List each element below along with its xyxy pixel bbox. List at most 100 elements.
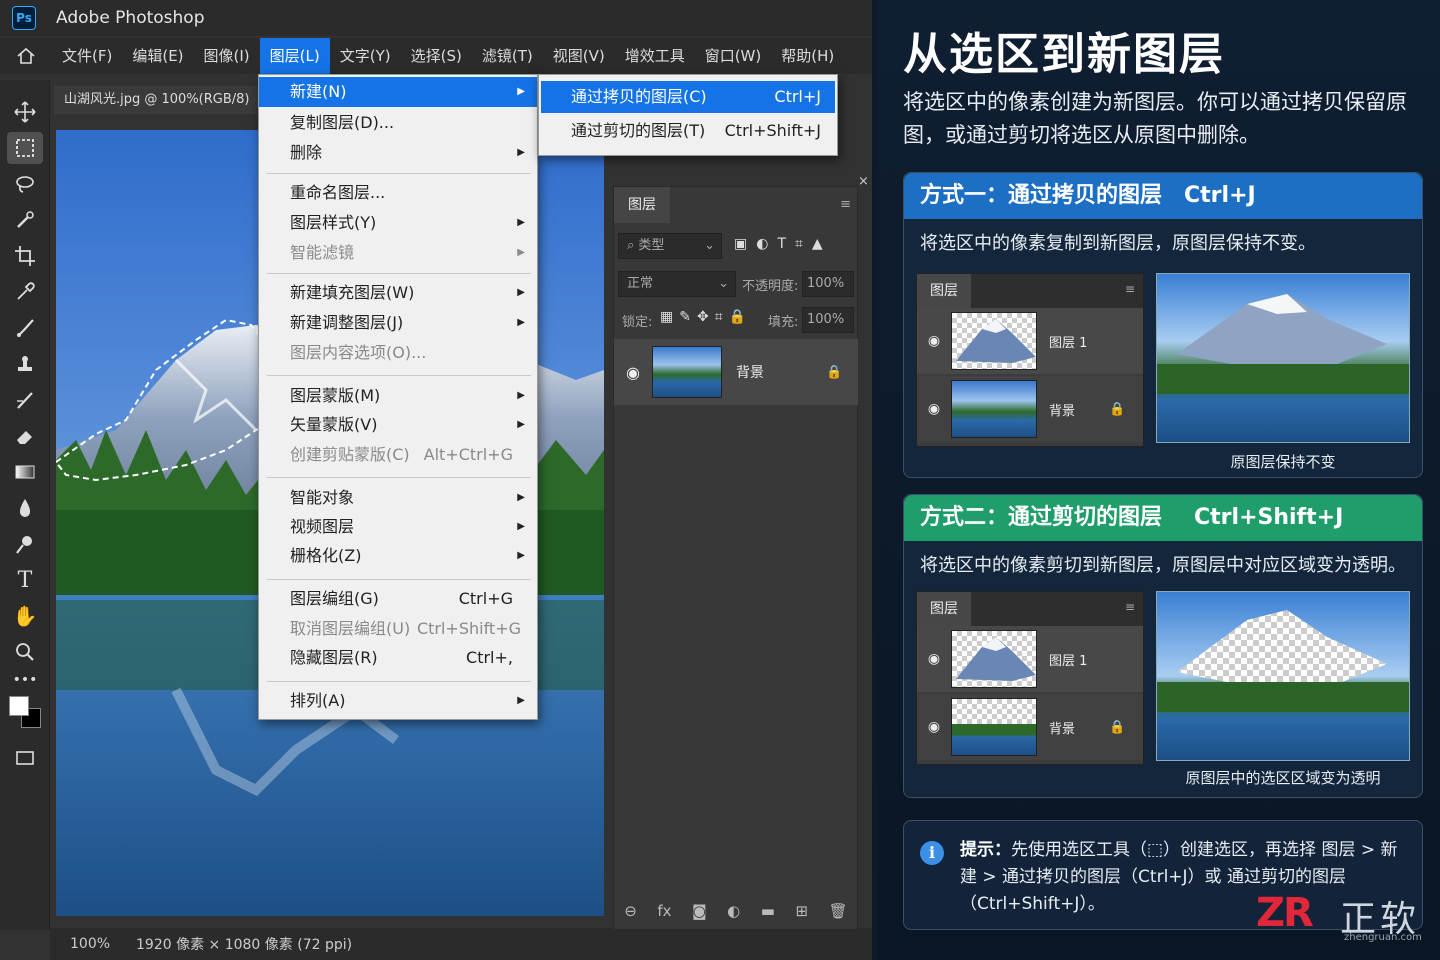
menu-item-hide[interactable]: 隐藏图层(R) Ctrl+, <box>259 643 537 673</box>
trash-icon[interactable]: 🗑 <box>829 902 848 920</box>
more-tools-icon[interactable]: ••• <box>7 672 43 688</box>
screen-mode-icon[interactable] <box>7 742 43 774</box>
menu-item-vector-mask[interactable]: 矢量蒙版(V) ▶ <box>259 410 537 440</box>
zoom-level[interactable]: 100% <box>70 936 136 952</box>
menu-item-duplicate[interactable]: 复制图层(D)... <box>259 108 537 138</box>
zoom-tool-icon[interactable] <box>7 636 43 668</box>
panel-menu-icon: ≡ <box>1124 282 1135 296</box>
document-tab-title: 山湖风光.jpg @ 100%(RGB/8) <box>64 92 250 107</box>
menu-divider <box>267 273 531 274</box>
menu-plugins[interactable]: 增效工具 <box>615 38 695 74</box>
menu-item-rename[interactable]: 重命名图层... <box>259 178 537 208</box>
tutorial-panel: 从选区到新图层 将选区中的像素创建为新图层。你可以通过拷贝保留原图，或通过剪切将… <box>877 0 1440 960</box>
layer-row-background[interactable]: ◉ 背景 🔒 <box>614 339 858 405</box>
menu-view[interactable]: 视图(V) <box>543 38 615 74</box>
method1-caption: 原图层保持不变 <box>1230 453 1336 471</box>
menu-select[interactable]: 选择(S) <box>401 38 472 74</box>
filter-kind-label: 类型 <box>638 238 665 253</box>
stamp-tool-icon[interactable] <box>7 348 43 380</box>
brush-tool-icon[interactable] <box>7 312 43 344</box>
submenu-item-copy-layer[interactable]: 通过拷贝的图层(C) Ctrl+J <box>541 81 835 113</box>
menu-item-layer-mask[interactable]: 图层蒙版(M) ▶ <box>259 381 537 411</box>
history-brush-icon[interactable] <box>7 384 43 416</box>
info-icon: i <box>920 841 944 865</box>
menu-help[interactable]: 帮助(H) <box>771 38 844 74</box>
menu-item-video-layer[interactable]: 视频图层 ▶ <box>259 512 537 542</box>
color-swatches[interactable] <box>9 696 43 730</box>
opacity-input[interactable]: 100% <box>802 271 854 297</box>
quick-select-icon[interactable] <box>7 204 43 236</box>
filter-icons[interactable]: ▣◐T⌗▲ <box>734 236 832 252</box>
menu-edit[interactable]: 编辑(E) <box>122 38 193 74</box>
home-icon[interactable] <box>0 38 52 74</box>
folder-icon[interactable]: ▬ <box>761 902 775 920</box>
menu-layer[interactable]: 图层(L) <box>259 38 330 74</box>
hand-tool-icon[interactable]: ✋ <box>7 600 43 632</box>
layer-name: 背景 <box>736 365 764 381</box>
layer-name: 图层 1 <box>1049 335 1088 351</box>
layers-footer: ⊖ fx ◙ ◐ ▬ ⊞ 🗑 <box>614 893 858 929</box>
blend-mode-value: 正常 <box>627 276 654 291</box>
menu-item-group[interactable]: 图层编组(G) Ctrl+G <box>259 584 537 614</box>
menu-item-delete[interactable]: 删除 ▶ <box>259 138 537 168</box>
type-tool-icon[interactable]: T <box>7 564 43 596</box>
lock-icon: 🔒 <box>826 364 843 380</box>
menu-divider <box>267 681 531 682</box>
lock-icons[interactable]: ▦✎✥⌗🔒 <box>660 309 752 325</box>
watermark-logo: ZR <box>1256 890 1314 936</box>
document-info: 1920 像素 × 1080 像素 (72 ppi) <box>136 937 353 953</box>
menu-item-rasterize[interactable]: 栅格化(Z) ▶ <box>259 541 537 571</box>
menu-item-clip-mask: 创建剪贴蒙版(C) Alt+Ctrl+G <box>290 445 513 464</box>
method2-heading: 方式二：通过剪切的图层 Ctrl+Shift+J <box>904 495 1422 541</box>
menu-item-content-options: 图层内容选项(O)... <box>290 343 427 362</box>
menu-type[interactable]: 文字(Y) <box>330 38 401 74</box>
menu-item-smart-filter: 智能滤镜 ▶ <box>290 243 525 262</box>
link-icon[interactable]: ⊖ <box>624 902 637 920</box>
menu-item-new[interactable]: 新建(N) ▶ <box>259 77 537 107</box>
menu-item-style[interactable]: 图层样式(Y) ▶ <box>259 208 537 238</box>
adjustment-icon[interactable]: ◐ <box>727 902 740 920</box>
marquee-tool-icon[interactable] <box>7 132 43 164</box>
photoshop-window: Ps Adobe Photoshop 文件(F) 编辑(E) 图像(I) 图层(… <box>0 0 872 960</box>
eye-icon[interactable]: ◉ <box>614 363 652 382</box>
fx-icon[interactable]: fx <box>657 902 671 920</box>
move-tool-icon[interactable] <box>7 96 43 128</box>
fill-label: 填充: <box>768 315 799 330</box>
title-bar: Ps Adobe Photoshop <box>0 0 872 36</box>
eye-icon: ◉ <box>927 401 941 417</box>
layer-thumbnail <box>951 312 1037 370</box>
menu-item-smart-object[interactable]: 智能对象 ▶ <box>259 483 537 513</box>
fill-input[interactable]: 100% <box>802 307 854 333</box>
menu-image[interactable]: 图像(I) <box>194 38 260 74</box>
mask-icon[interactable]: ◙ <box>692 902 707 920</box>
mini-layer-row: ◉ 图层 1 <box>917 308 1143 374</box>
panel-close-icon[interactable]: × <box>858 174 869 189</box>
crop-tool-icon[interactable] <box>7 240 43 272</box>
eyedropper-icon[interactable] <box>7 276 43 308</box>
layers-panel-tab[interactable]: 图层 <box>614 187 670 223</box>
lasso-tool-icon[interactable] <box>7 168 43 200</box>
filter-kind-select[interactable]: ⌕ 类型 ⌄ <box>618 233 722 259</box>
dodge-tool-icon[interactable] <box>7 528 43 560</box>
menu-filter[interactable]: 滤镜(T) <box>472 38 543 74</box>
menu-item-arrange[interactable]: 排列(A) ▶ <box>259 686 537 716</box>
menu-item-fill-layer[interactable]: 新建填充图层(W) ▶ <box>259 278 537 308</box>
mini-layers-tab: 图层 <box>917 592 971 626</box>
method2-mini-layers: 图层 ≡ ◉ 图层 1 ◉ 背景 🔒 <box>916 591 1144 765</box>
eraser-tool-icon[interactable] <box>7 420 43 452</box>
panel-menu-icon[interactable]: ≡ <box>840 197 851 212</box>
blend-mode-select[interactable]: 正常 ⌄ <box>618 271 736 297</box>
menu-file[interactable]: 文件(F) <box>52 38 122 74</box>
lock-label: 锁定: <box>622 315 653 330</box>
method2-card: 方式二：通过剪切的图层 Ctrl+Shift+J 将选区中的像素剪切到新图层，原图… <box>903 494 1423 798</box>
submenu-item-cut-layer[interactable]: 通过剪切的图层(T) Ctrl+Shift+J <box>541 115 835 147</box>
ps-logo-icon: Ps <box>12 6 36 30</box>
blur-tool-icon[interactable] <box>7 492 43 524</box>
gradient-tool-icon[interactable] <box>7 456 43 488</box>
new-layer-icon[interactable]: ⊞ <box>796 902 809 920</box>
document-tab[interactable]: 山湖风光.jpg @ 100%(RGB/8) × <box>54 86 271 114</box>
layer-name: 背景 <box>1049 403 1076 419</box>
layer-menu-dropdown: 新建(N) ▶ 复制图层(D)... 删除 ▶ 重命名图层... 图层样式(Y) ▶ … <box>258 74 538 720</box>
menu-window[interactable]: 窗口(W) <box>695 38 772 74</box>
menu-item-adjust-layer[interactable]: 新建调整图层(J) ▶ <box>259 308 537 338</box>
